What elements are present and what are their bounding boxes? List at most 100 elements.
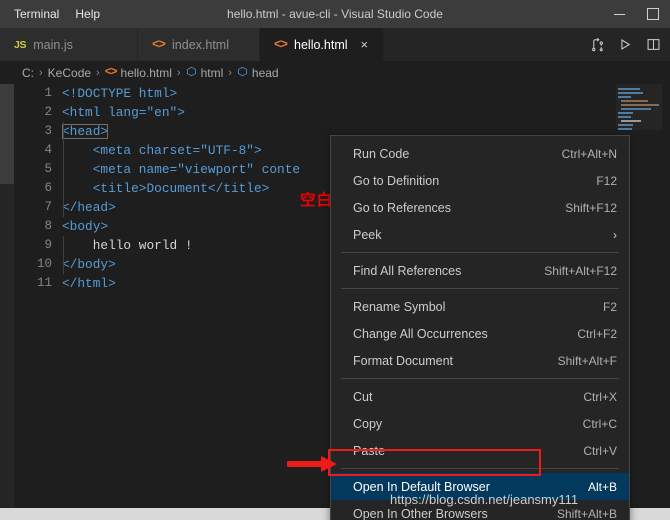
menu-separator (341, 378, 619, 379)
minimap-line (618, 112, 633, 114)
code-text: </body> (62, 257, 116, 272)
code-text: <head> (62, 124, 108, 139)
menu-item-label: Cut (353, 390, 583, 404)
breadcrumb-item-drive[interactable]: C: (22, 66, 34, 80)
menu-item-shortcut: Ctrl+V (583, 444, 617, 458)
context-menu[interactable]: Run Code Ctrl+Alt+N Go to Definition F12… (330, 135, 630, 520)
menu-item-format-document[interactable]: Format Document Shift+Alt+F (331, 347, 629, 374)
breadcrumb-item-head[interactable]: head (252, 66, 279, 80)
line-number: 7 (14, 198, 62, 217)
minimap-line (618, 96, 631, 98)
menu-item-copy[interactable]: Copy Ctrl+C (331, 410, 629, 437)
minimap-line (621, 120, 641, 122)
menu-item-shortcut: Ctrl+F2 (577, 327, 617, 341)
menu-item-shortcut: Shift+Alt+F (558, 354, 617, 368)
menu-separator (341, 288, 619, 289)
maximize-icon (647, 8, 659, 20)
menu-item-label: Paste (353, 444, 583, 458)
chevron-right-icon: › (613, 228, 617, 242)
menu-item-shortcut: Alt+B (588, 480, 617, 494)
menu-item-run-code[interactable]: Run Code Ctrl+Alt+N (331, 140, 629, 167)
menu-item-go-to-references[interactable]: Go to References Shift+F12 (331, 194, 629, 221)
menu-item-label: Copy (353, 417, 583, 431)
menu-item-shortcut: F2 (603, 300, 617, 314)
html-file-icon: <> (105, 66, 117, 79)
minimap-line (618, 92, 643, 94)
code-text: <html lang="en"> (62, 105, 185, 120)
tab-label: hello.html (294, 38, 348, 52)
menu-item-shortcut: Shift+F12 (565, 201, 617, 215)
code-text: <body> (62, 219, 108, 234)
minimap-line (621, 100, 648, 102)
code-line-1: <!DOCTYPE html> (62, 84, 662, 103)
maximize-button[interactable] (636, 0, 670, 28)
tab-main-js[interactable]: JS main.js × (0, 28, 138, 61)
symbol-tag-icon (186, 66, 197, 80)
line-number-gutter: 1 2 3 4 5 6 7 8 9 10 11 (14, 84, 62, 508)
tab-hello-html[interactable]: <> hello.html × (260, 28, 384, 61)
title-bar: Terminal Help hello.html - avue-cli - Vi… (0, 0, 670, 28)
arrow-annotation-icon (287, 455, 339, 478)
menu-item-shortcut: Ctrl+Alt+N (562, 147, 617, 161)
html-file-icon: <> (274, 38, 287, 52)
menu-item-label: Change All Occurrences (353, 327, 577, 341)
minimap-line (618, 124, 633, 126)
breadcrumb-separator: › (39, 67, 43, 79)
line-number: 8 (14, 217, 62, 236)
menu-item-find-all-references[interactable]: Find All References Shift+Alt+F12 (331, 257, 629, 284)
vscode-window: Terminal Help hello.html - avue-cli - Vi… (0, 0, 670, 520)
tab-label: index.html (172, 38, 229, 52)
menu-item-cut[interactable]: Cut Ctrl+X (331, 383, 629, 410)
breadcrumb-item-file[interactable]: hello.html (121, 66, 172, 80)
menu-item-peek[interactable]: Peek › (331, 221, 629, 248)
menu-item-rename-symbol[interactable]: Rename Symbol F2 (331, 293, 629, 320)
code-text: <!DOCTYPE html> (62, 86, 177, 101)
breadcrumb: C: › KeCode › <> hello.html › html › hea… (0, 61, 670, 84)
minimize-button[interactable] (602, 0, 636, 28)
code-text: <title>Document</title> (62, 181, 269, 196)
menu-item-change-all-occurrences[interactable]: Change All Occurrences Ctrl+F2 (331, 320, 629, 347)
line-number: 6 (14, 179, 62, 198)
breadcrumb-separator: › (177, 67, 181, 79)
code-line-2: <html lang="en"> (62, 103, 662, 122)
menu-item-go-to-definition[interactable]: Go to Definition F12 (331, 167, 629, 194)
menu-item-shortcut: Shift+Alt+F12 (544, 264, 617, 278)
line-number: 3 (14, 122, 62, 141)
tab-label: main.js (33, 38, 73, 52)
code-text: </html> (62, 276, 116, 291)
menu-item-label: Go to References (353, 201, 565, 215)
js-file-icon: JS (14, 39, 26, 51)
line-number: 2 (14, 103, 62, 122)
line-number: 10 (14, 255, 62, 274)
minimap-line (621, 108, 651, 110)
minimap-line (618, 88, 640, 90)
menu-item-shortcut: Ctrl+X (583, 390, 617, 404)
line-number: 9 (14, 236, 62, 255)
close-icon[interactable]: × (361, 38, 369, 51)
menu-separator (341, 468, 619, 469)
line-number: 5 (14, 160, 62, 179)
line-number: 4 (14, 141, 62, 160)
minimap-line (618, 128, 632, 130)
menu-item-label: Rename Symbol (353, 300, 603, 314)
split-compare-icon[interactable] (584, 32, 610, 58)
window-controls (602, 0, 670, 28)
breadcrumb-item-html[interactable]: html (201, 66, 224, 80)
menu-bar: Terminal Help (6, 0, 108, 28)
code-text: <meta charset="UTF-8"> (62, 143, 262, 158)
menu-item-label: Open In Other Browsers (353, 507, 557, 520)
run-play-icon[interactable] (612, 32, 638, 58)
menu-help[interactable]: Help (67, 4, 108, 24)
tab-list: JS main.js × <> index.html × <> hello.ht… (0, 28, 384, 61)
editor-scrollbar-left[interactable] (0, 84, 14, 184)
line-number: 11 (14, 274, 62, 293)
menu-item-label: Peek (353, 228, 613, 242)
menu-item-paste[interactable]: Paste Ctrl+V (331, 437, 629, 464)
indent-guide (63, 236, 64, 274)
split-editor-icon[interactable] (640, 32, 666, 58)
breadcrumb-item-folder[interactable]: KeCode (48, 66, 91, 80)
menu-terminal[interactable]: Terminal (6, 4, 67, 24)
menu-item-shortcut: Shift+Alt+B (557, 507, 617, 520)
tab-index-html[interactable]: <> index.html × (138, 28, 260, 61)
line-number: 1 (14, 84, 62, 103)
